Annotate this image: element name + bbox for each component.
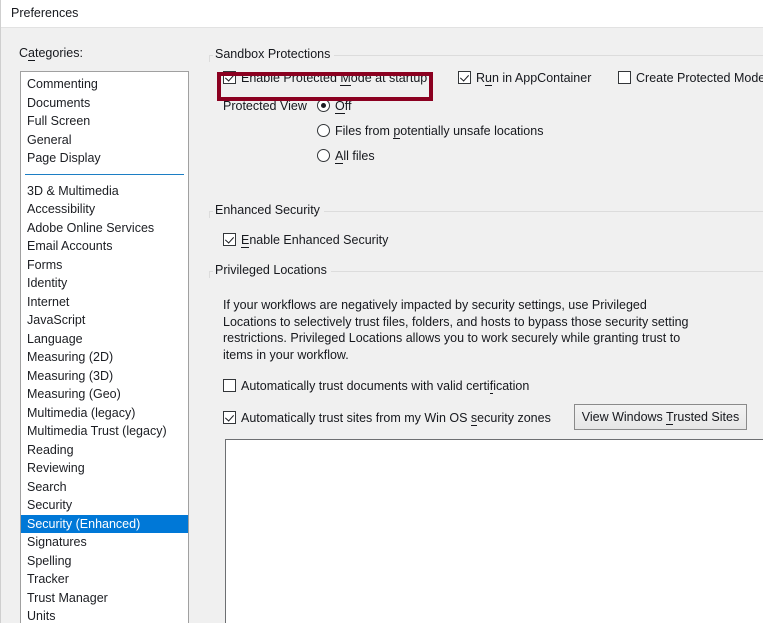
group-title-privileged-locations: Privileged Locations <box>213 263 331 277</box>
checkbox-run-in-appcontainer[interactable]: Run in AppContainer <box>458 71 591 86</box>
sidebar-item-reviewing[interactable]: Reviewing <box>21 459 188 478</box>
categories-separator <box>21 168 188 182</box>
protected-view-label: Protected View <box>223 99 307 113</box>
sidebar-item-3d-multimedia[interactable]: 3D & Multimedia <box>21 182 188 201</box>
radio-label-protected-view-unsafe: Files from potentially unsafe locations <box>335 124 544 139</box>
checkbox-box-auto-trust-sites[interactable] <box>223 411 236 424</box>
sidebar-item-identity[interactable]: Identity <box>21 274 188 293</box>
sidebar-item-measuring-2d[interactable]: Measuring (2D) <box>21 348 188 367</box>
checkbox-label-auto-trust-documents: Automatically trust documents with valid… <box>241 379 530 394</box>
trusted-sites-listbox[interactable] <box>225 439 763 623</box>
radio-protected-view-off[interactable]: Off <box>317 99 351 114</box>
group-title-sandbox: Sandbox Protections <box>213 47 335 61</box>
group-title-enhanced-security: Enhanced Security <box>213 203 324 217</box>
privileged-locations-description: If your workflows are negatively impacte… <box>223 298 689 362</box>
sidebar-item-multimedia-trust-legacy[interactable]: Multimedia Trust (legacy) <box>21 422 188 441</box>
checkbox-label-auto-trust-sites: Automatically trust sites from my Win OS… <box>241 411 551 426</box>
window-title: Preferences <box>11 6 79 20</box>
checkbox-box-enable-protected-mode[interactable] <box>223 71 236 84</box>
sidebar-item-page-display[interactable]: Page Display <box>21 149 188 168</box>
sidebar-item-adobe-online-services[interactable]: Adobe Online Services <box>21 219 188 238</box>
sidebar-item-language[interactable]: Language <box>21 330 188 349</box>
checkbox-label-run-in-appcontainer: Run in AppContainer <box>476 71 592 86</box>
sidebar-item-trust-manager[interactable]: Trust Manager <box>21 589 188 608</box>
radio-dot-protected-view-off[interactable] <box>317 99 330 112</box>
sidebar-item-full-screen[interactable]: Full Screen <box>21 112 188 131</box>
sidebar-item-internet[interactable]: Internet <box>21 293 188 312</box>
checkbox-box-create-protected-mode-log[interactable] <box>618 71 631 84</box>
button-label: View Windows Trusted Sites <box>581 410 740 425</box>
sidebar-item-units[interactable]: Units <box>21 607 188 623</box>
sidebar-item-security-enhanced[interactable]: Security (Enhanced) <box>21 514 188 533</box>
sidebar-item-search[interactable]: Search <box>21 478 188 497</box>
checkbox-label-create-protected-mode-log: Create Protected Mode l <box>636 71 763 85</box>
view-windows-trusted-sites-button[interactable]: View Windows Trusted Sites <box>574 404 747 430</box>
radio-label-protected-view-all: All files <box>335 149 375 164</box>
checkbox-box-auto-trust-documents[interactable] <box>223 379 236 392</box>
radio-protected-view-unsafe[interactable]: Files from potentially unsafe locations <box>317 124 543 139</box>
group-border-corner <box>209 271 212 278</box>
window-titlebar: Preferences <box>1 0 763 28</box>
sidebar-item-forms[interactable]: Forms <box>21 256 188 275</box>
categories-label: Categories: <box>19 46 83 61</box>
categories-listbox[interactable]: Commenting Documents Full Screen General Pag… <box>20 71 189 623</box>
radio-dot-protected-view-unsafe[interactable] <box>317 124 330 137</box>
checkbox-auto-trust-sites[interactable]: Automatically trust sites from my Win OS… <box>223 411 551 426</box>
checkbox-box-enable-enhanced-security[interactable] <box>223 233 236 246</box>
sidebar-item-email-accounts[interactable]: Email Accounts <box>21 237 188 256</box>
checkbox-enable-enhanced-security[interactable]: Enable Enhanced Security <box>223 233 388 248</box>
radio-protected-view-all[interactable]: All files <box>317 149 375 164</box>
sidebar-item-accessibility[interactable]: Accessibility <box>21 200 188 219</box>
checkbox-enable-protected-mode[interactable]: Enable Protected Mode at startup <box>223 71 427 86</box>
radio-label-protected-view-off: Off <box>335 99 352 114</box>
checkbox-create-protected-mode-log[interactable]: Create Protected Mode l <box>618 71 763 86</box>
checkbox-label-enable-enhanced-security: Enable Enhanced Security <box>241 233 389 248</box>
sidebar-item-security[interactable]: Security <box>21 496 188 515</box>
checkbox-box-run-in-appcontainer[interactable] <box>458 71 471 84</box>
group-border-corner <box>209 55 212 62</box>
preferences-window: Preferences Categories: Commenting Docume… <box>0 0 763 623</box>
sidebar-item-tracker[interactable]: Tracker <box>21 570 188 589</box>
sidebar-item-reading[interactable]: Reading <box>21 441 188 460</box>
checkbox-auto-trust-documents[interactable]: Automatically trust documents with valid… <box>223 379 529 394</box>
sidebar-item-measuring-geo[interactable]: Measuring (Geo) <box>21 385 188 404</box>
sidebar-item-general[interactable]: General <box>21 131 188 150</box>
sidebar-item-documents[interactable]: Documents <box>21 94 188 113</box>
sidebar-item-signatures[interactable]: Signatures <box>21 533 188 552</box>
sidebar-item-spelling[interactable]: Spelling <box>21 552 188 571</box>
sidebar-item-javascript[interactable]: JavaScript <box>21 311 188 330</box>
group-border-corner <box>209 211 212 218</box>
checkbox-label-enable-protected-mode: Enable Protected Mode at startup <box>241 71 428 86</box>
sidebar-item-commenting[interactable]: Commenting <box>21 75 188 94</box>
sidebar-item-multimedia-legacy[interactable]: Multimedia (legacy) <box>21 404 188 423</box>
radio-dot-protected-view-all[interactable] <box>317 149 330 162</box>
settings-panel: Sandbox Protections Enable Protected Mod… <box>209 40 763 623</box>
sidebar-item-measuring-3d[interactable]: Measuring (3D) <box>21 367 188 386</box>
